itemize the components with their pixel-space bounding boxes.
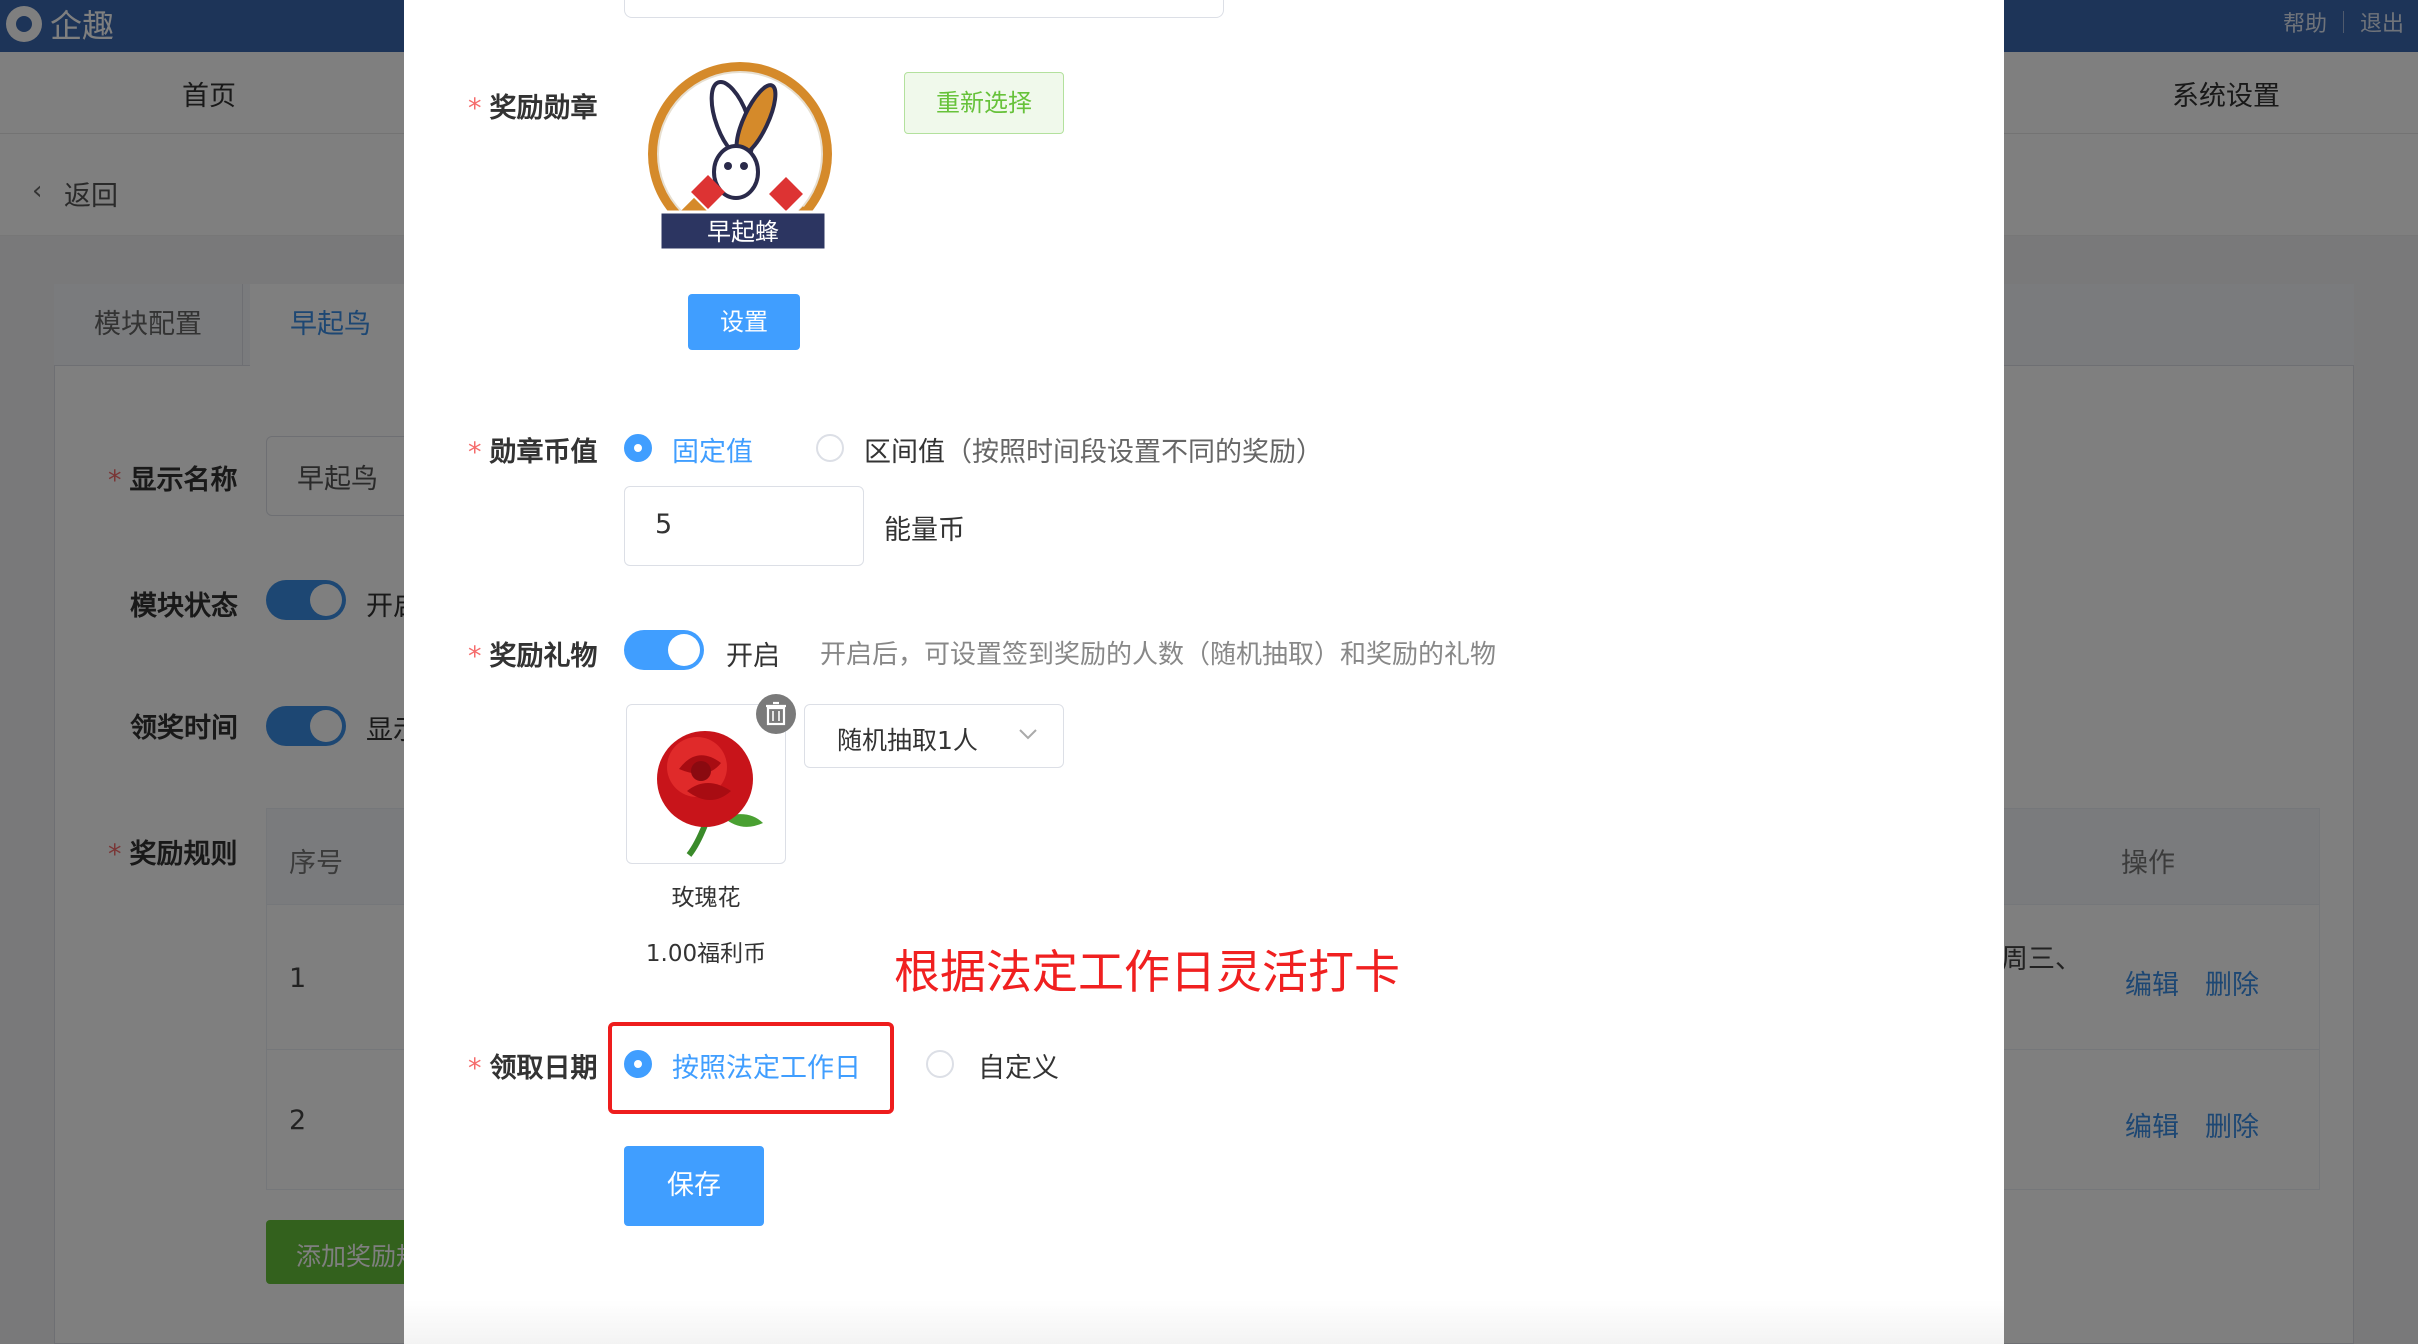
gift-switch[interactable]: [624, 630, 704, 670]
reselect-badge-button[interactable]: 重新选择: [904, 72, 1064, 134]
gift-label: * 奖励礼物: [468, 641, 598, 672]
badge-set-button[interactable]: 设置: [688, 294, 800, 350]
radio-range-value-label[interactable]: 区间值（按照时间段设置不同的奖励）: [864, 430, 1323, 469]
radio-fixed-value-label[interactable]: 固定值: [672, 430, 753, 469]
radio-legal-workday-label[interactable]: 按照法定工作日: [672, 1046, 861, 1085]
gift-switch-text: 开启: [726, 641, 780, 672]
coin-unit: 能量币: [884, 515, 965, 546]
trash-icon: [766, 701, 786, 726]
dialog-bottom-edge: [404, 1300, 2004, 1344]
radio-custom-label[interactable]: 自定义: [978, 1046, 1059, 1085]
annotation-text: 根据法定工作日灵活打卡: [894, 945, 1400, 999]
draw-count-select[interactable]: 随机抽取1人: [804, 704, 1064, 768]
draw-count-value: 随机抽取1人: [837, 726, 978, 755]
gift-item-price: 1.00福利币: [645, 941, 767, 967]
claim-date-label: * 领取日期: [468, 1053, 598, 1084]
radio-fixed-value[interactable]: [624, 434, 652, 462]
save-button[interactable]: 保存: [624, 1146, 764, 1226]
reward-settings-dialog: * 奖励勋章 早起蜂 重新选择 设置 * 勋章币值 固定值 区间值（按照时间段设置不…: [404, 0, 2004, 1344]
gift-hint: 开启后，可设置签到奖励的人数（随机抽取）和奖励的礼物: [820, 640, 1497, 670]
top-input-edge[interactable]: [624, 0, 1224, 18]
badge-image: 早起蜂: [644, 62, 844, 262]
badge-label: * 奖励勋章: [468, 93, 598, 124]
coin-value-label: * 勋章币值: [468, 437, 598, 468]
delete-gift-button[interactable]: [756, 694, 796, 734]
chevron-down-icon: [1015, 721, 1041, 751]
radio-legal-workday[interactable]: [624, 1050, 652, 1078]
gift-item-name: 玫瑰花: [671, 885, 741, 911]
badge-name-text: 早起蜂: [707, 218, 779, 246]
coin-amount-input[interactable]: 5: [624, 486, 864, 566]
radio-custom[interactable]: [926, 1050, 954, 1078]
radio-range-value[interactable]: [816, 434, 844, 462]
